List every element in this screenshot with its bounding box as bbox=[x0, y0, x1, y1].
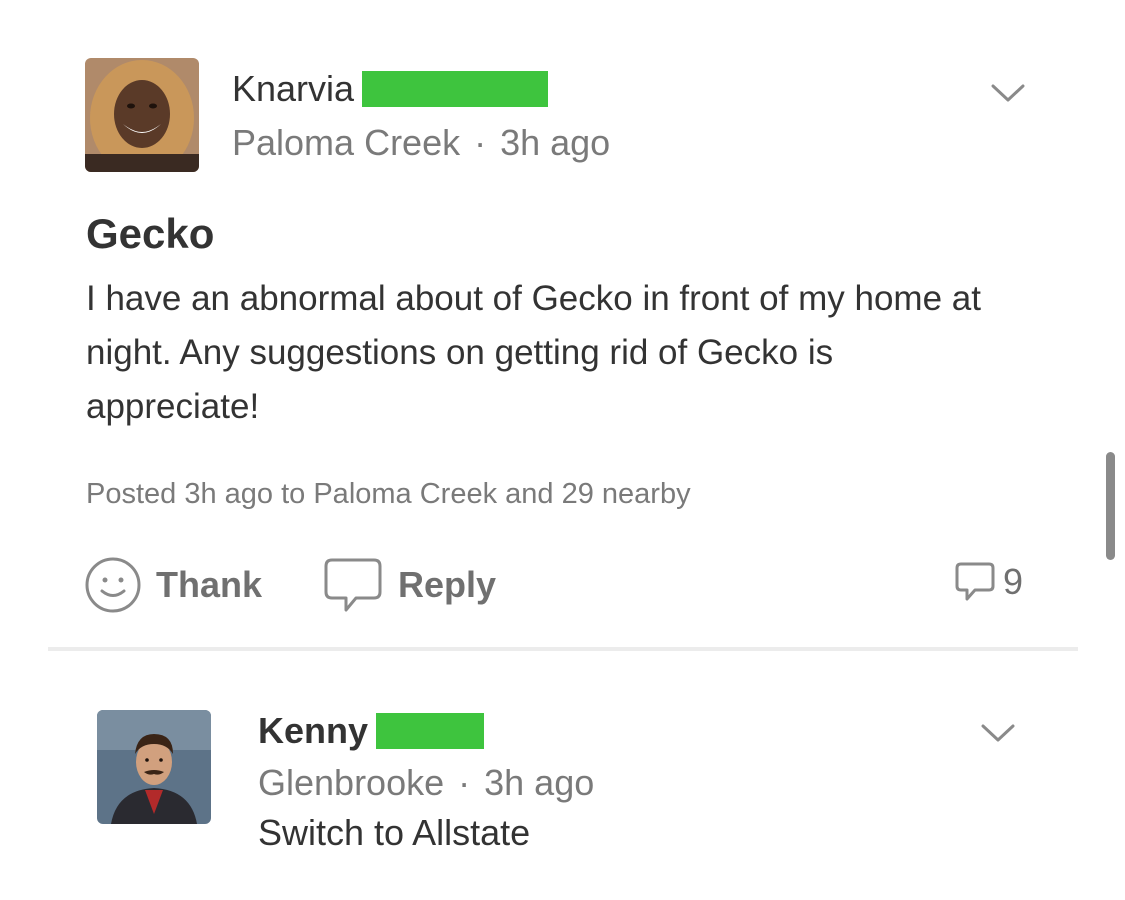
posted-info: Posted 3h ago to Paloma Creek and 29 nea… bbox=[86, 478, 691, 510]
comment-text: Switch to Allstate bbox=[258, 812, 531, 853]
comment-author-line: Kenny bbox=[258, 710, 485, 752]
speech-bubble-icon bbox=[324, 558, 382, 612]
thank-button[interactable]: Thank bbox=[84, 556, 262, 614]
post-author-name[interactable]: Knarvia bbox=[232, 68, 354, 110]
post-meta: Paloma Creek · 3h ago bbox=[232, 122, 610, 164]
scrollbar[interactable] bbox=[1106, 452, 1115, 560]
neighborhood-feed: Knarvia Paloma Creek · 3h ago Gecko I have… bbox=[0, 0, 1125, 900]
comment-count: 9 bbox=[1003, 561, 1024, 602]
divider bbox=[48, 647, 1078, 651]
comment-author-avatar[interactable] bbox=[97, 710, 211, 824]
post-author-line: Knarvia bbox=[232, 68, 549, 110]
post-location[interactable]: Paloma Creek bbox=[232, 122, 460, 163]
comment-author-name[interactable]: Kenny bbox=[258, 710, 368, 752]
thank-label: Thank bbox=[156, 564, 263, 605]
comment-meta: Glenbrooke · 3h ago bbox=[258, 762, 594, 804]
comment-location[interactable]: Glenbrooke bbox=[258, 762, 444, 803]
meta-separator: · bbox=[474, 122, 487, 163]
comment-count-button[interactable]: 9 bbox=[953, 560, 1023, 604]
reply-button[interactable]: Reply bbox=[322, 556, 496, 614]
reply-label: Reply bbox=[398, 564, 497, 605]
redaction-bar bbox=[362, 71, 549, 107]
chevron-down-icon[interactable] bbox=[978, 718, 1018, 748]
post-body: I have an abnormal about of Gecko in fro… bbox=[86, 279, 981, 426]
post-title: Gecko bbox=[86, 210, 215, 257]
meta-separator: · bbox=[458, 762, 471, 803]
smiley-icon bbox=[85, 557, 141, 613]
chevron-down-icon[interactable] bbox=[988, 78, 1028, 108]
comment-bubble-icon bbox=[955, 562, 995, 601]
post-author-avatar[interactable] bbox=[85, 58, 199, 172]
post-time: 3h ago bbox=[500, 122, 611, 163]
redaction-bar bbox=[376, 713, 485, 749]
comment-time: 3h ago bbox=[484, 762, 595, 803]
